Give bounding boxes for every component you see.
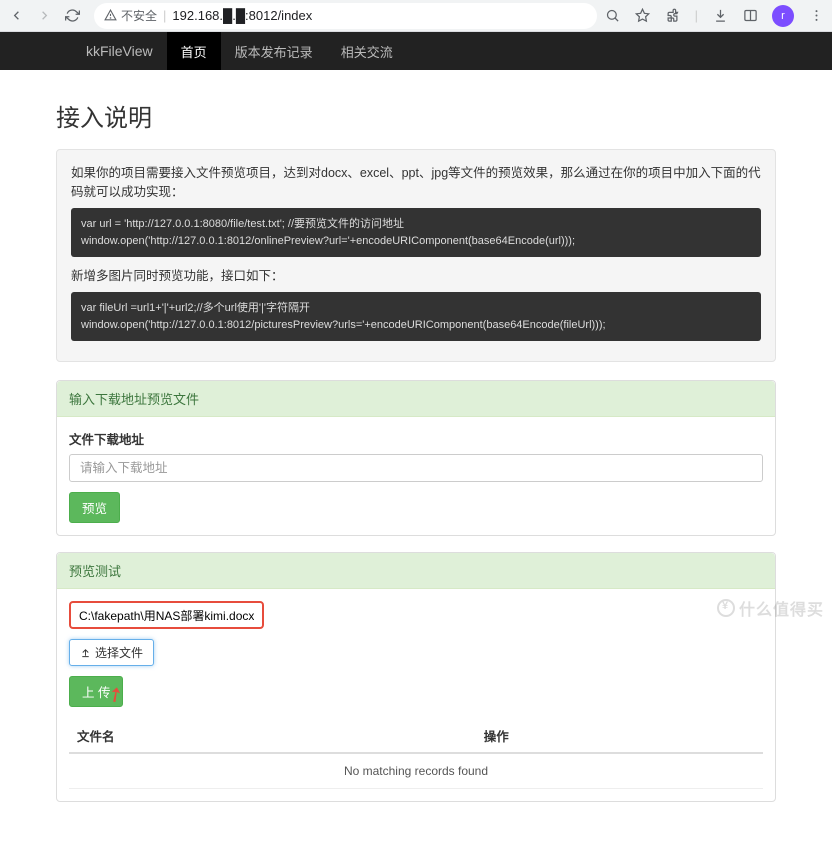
page-title: 接入说明 bbox=[56, 98, 776, 133]
browser-toolbar: 不安全 | 192.168.█.█:8012/index | r bbox=[0, 0, 832, 32]
profile-avatar[interactable]: r bbox=[772, 5, 794, 27]
zoom-icon[interactable] bbox=[605, 8, 621, 24]
insecure-icon: 不安全 bbox=[104, 7, 157, 24]
bookmark-icon[interactable] bbox=[635, 8, 651, 24]
download-url-input[interactable] bbox=[69, 454, 763, 482]
forward-button[interactable] bbox=[36, 8, 52, 24]
nav-contact[interactable]: 相关交流 bbox=[327, 32, 407, 70]
reload-button[interactable] bbox=[64, 8, 80, 24]
address-bar[interactable]: 不安全 | 192.168.█.█:8012/index bbox=[94, 3, 597, 29]
panel-icon[interactable] bbox=[742, 8, 758, 24]
code-block-1: var url = 'http://127.0.0.1:8080/file/te… bbox=[71, 208, 761, 257]
instructions-multi-label: 新增多图片同时预览功能，接口如下： bbox=[71, 265, 761, 284]
preview-url-panel: 输入下载地址预览文件 文件下载地址 预览 bbox=[56, 380, 776, 536]
preview-url-heading: 输入下载地址预览文件 bbox=[57, 381, 775, 417]
nav-home[interactable]: 首页 bbox=[167, 32, 221, 70]
download-icon[interactable] bbox=[712, 8, 728, 24]
files-table: 文件名 操作 No matching records found bbox=[69, 719, 763, 789]
main-content: 接入说明 如果你的项目需要接入文件预览项目，达到对docx、excel、ppt、… bbox=[56, 70, 776, 858]
instructions-intro: 如果你的项目需要接入文件预览项目，达到对docx、excel、ppt、jpg等文… bbox=[71, 162, 761, 200]
instructions-well: 如果你的项目需要接入文件预览项目，达到对docx、excel、ppt、jpg等文… bbox=[56, 149, 776, 362]
menu-icon[interactable] bbox=[808, 8, 824, 24]
extensions-icon[interactable] bbox=[665, 8, 681, 24]
code-block-2: var fileUrl =url1+'|'+url2;//多个url使用'|'字… bbox=[71, 292, 761, 341]
col-action: 操作 bbox=[484, 726, 755, 745]
download-url-label: 文件下载地址 bbox=[69, 429, 763, 448]
preview-test-heading: 预览测试 bbox=[57, 553, 775, 589]
empty-state: No matching records found bbox=[69, 754, 763, 789]
watermark: 什么值得买 bbox=[717, 596, 824, 620]
preview-button[interactable]: 预览 bbox=[69, 492, 120, 523]
filepath-display[interactable] bbox=[69, 601, 264, 629]
col-filename: 文件名 bbox=[77, 726, 484, 745]
choose-file-button[interactable]: 选择文件 bbox=[69, 639, 154, 666]
insecure-label: 不安全 bbox=[121, 7, 157, 24]
preview-test-panel: 预览测试 选择文件 上 传 ➚ 文件名 操作 No matching recor… bbox=[56, 552, 776, 802]
nav-releases[interactable]: 版本发布记录 bbox=[221, 32, 327, 70]
url-text: 192.168.█.█:8012/index bbox=[172, 8, 312, 23]
upload-icon bbox=[80, 647, 91, 658]
app-navbar: kkFileView 首页 版本发布记录 相关交流 bbox=[0, 32, 832, 70]
watermark-icon bbox=[717, 599, 735, 617]
back-button[interactable] bbox=[8, 8, 24, 24]
brand[interactable]: kkFileView bbox=[72, 32, 167, 70]
